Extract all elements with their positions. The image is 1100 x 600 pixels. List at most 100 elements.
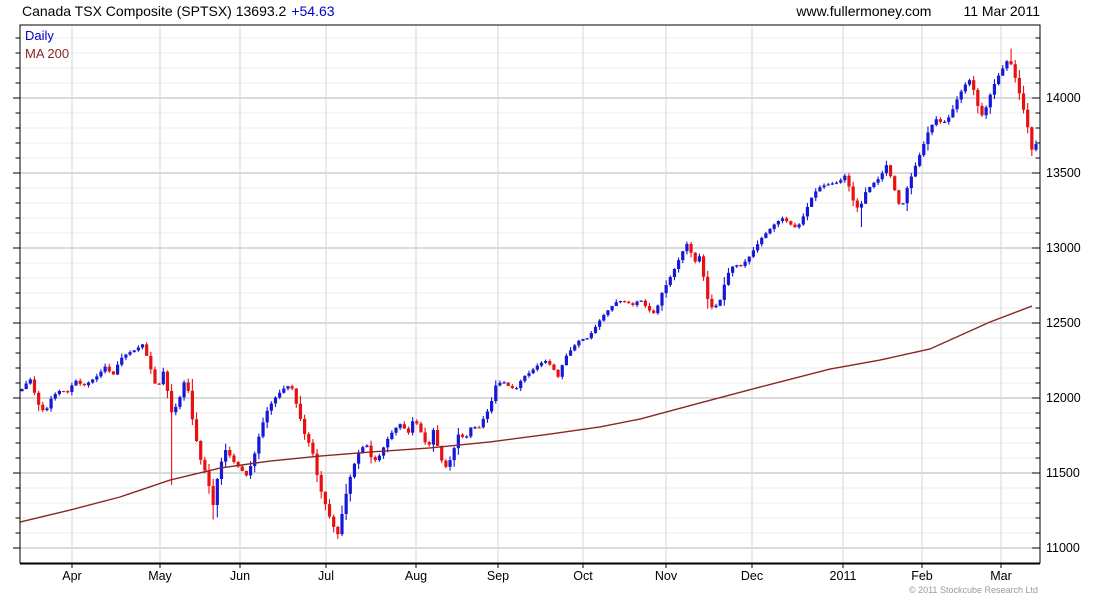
candle-up [581, 338, 585, 342]
candle-body [1026, 109, 1030, 128]
candle-body [731, 266, 735, 273]
candle-down [186, 378, 190, 393]
candle-up [868, 186, 872, 193]
candle-body [444, 460, 448, 467]
y-axis-label: 11500 [1046, 466, 1080, 480]
candle-up [664, 280, 668, 298]
candle-down [78, 378, 82, 386]
candle-body [531, 369, 535, 374]
candle-body [855, 200, 859, 208]
candle-body [822, 185, 826, 188]
candle-body [834, 182, 839, 184]
candle-up [930, 124, 934, 136]
candle-down [319, 471, 323, 499]
candle-up [843, 173, 847, 183]
candle-body [647, 306, 652, 311]
candle-up [768, 228, 772, 235]
candle-up [922, 141, 926, 158]
candle-down [41, 401, 45, 413]
candle-up [814, 188, 818, 202]
candle-body [830, 183, 834, 185]
candle-down [1021, 85, 1026, 114]
candle-up [726, 267, 731, 286]
candle-up [124, 353, 128, 361]
candle-down [165, 370, 170, 399]
candle-body [751, 250, 756, 257]
candle-down [652, 309, 656, 314]
candle-up [1034, 140, 1038, 152]
candle-body [548, 361, 552, 365]
x-axis-label: Sep [487, 569, 509, 583]
candle-body [660, 293, 664, 306]
candle-up [585, 338, 589, 340]
candle-up [918, 152, 922, 168]
candle-body [502, 382, 506, 384]
candle-body [153, 369, 157, 384]
candle-body [45, 408, 49, 411]
candle-body [772, 224, 776, 229]
candle-body [652, 310, 656, 314]
candle-body [901, 203, 905, 205]
candle-body [918, 155, 922, 166]
candle-up [53, 392, 57, 401]
candle-body [402, 424, 406, 429]
candle-down [888, 164, 893, 178]
candle-up [967, 78, 972, 87]
x-axis-label: 2011 [830, 569, 857, 583]
candle-down [855, 198, 859, 212]
candle-body [415, 421, 419, 424]
candle-down [332, 514, 336, 533]
candle-down [980, 102, 984, 117]
candle-body [456, 434, 460, 449]
x-axis-label: Nov [655, 569, 678, 583]
candle-up [963, 82, 967, 94]
candle-body [423, 432, 427, 443]
candle-body [340, 513, 344, 535]
candle-up [656, 304, 660, 315]
candle-body [1034, 144, 1038, 150]
candle-down [302, 414, 307, 440]
candle-down [1013, 59, 1017, 83]
candle-up [132, 350, 136, 353]
candle-body [161, 371, 165, 385]
candle-up [602, 313, 606, 322]
x-axis-label: May [148, 569, 172, 583]
candle-body [967, 80, 972, 85]
candle-body [253, 453, 257, 467]
candle-body [527, 373, 531, 376]
candle-up [257, 433, 261, 460]
candle-down [194, 412, 199, 443]
candle-up [265, 406, 269, 429]
candle-up [568, 347, 573, 357]
candle-down [739, 264, 743, 267]
candle-up [901, 203, 905, 205]
candle-down [793, 222, 797, 228]
candle-up [365, 444, 369, 448]
candle-up [485, 408, 490, 423]
candle-up [872, 181, 876, 189]
candle-up [456, 428, 460, 455]
candle-up [519, 379, 523, 392]
candle-up [722, 277, 726, 306]
candle-up [103, 363, 107, 374]
candle-body [735, 265, 739, 267]
candle-body [930, 124, 934, 133]
candle-body [697, 256, 701, 262]
candle-body [232, 455, 236, 463]
candle-body [211, 486, 215, 505]
candle-body [951, 109, 955, 118]
candle-up [544, 359, 548, 364]
candle-down [207, 463, 211, 494]
candle-body [323, 491, 327, 505]
candle-down [153, 366, 157, 384]
candle-body [560, 365, 564, 377]
candle-up [955, 96, 959, 113]
candle-up [86, 381, 91, 388]
candle-up [381, 446, 386, 459]
candle-body [552, 364, 556, 370]
candle-body [165, 371, 170, 391]
candle-up [876, 176, 880, 186]
candle-up [377, 453, 381, 462]
candle-up [610, 305, 614, 312]
candle-body [677, 260, 681, 270]
